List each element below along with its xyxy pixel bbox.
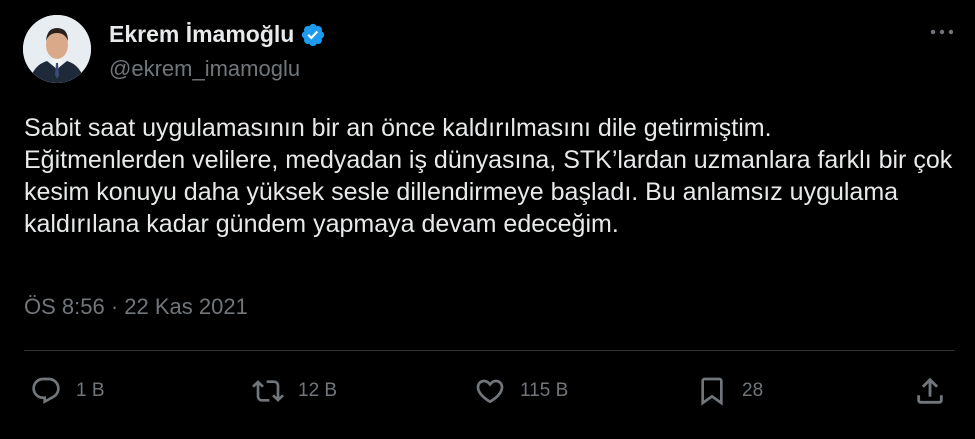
tweet-date: 22 Kas 2021 (124, 294, 248, 319)
share-icon (917, 377, 943, 404)
tweet-card: Ekrem İmamoğlu @ekrem_imamoglu Sabit saa… (0, 0, 975, 439)
bookmark-count: 28 (742, 380, 764, 401)
avatar[interactable] (23, 15, 91, 83)
share-button[interactable] (913, 374, 947, 408)
more-dots-icon[interactable] (929, 22, 955, 42)
action-bar: 1 B 12 B 115 B 28 (0, 366, 975, 416)
meta-separator: · (110, 294, 119, 319)
avatar-image (23, 15, 91, 83)
reply-bubble-icon (32, 377, 60, 404)
divider (24, 350, 955, 351)
like-count: 115 B (520, 380, 569, 401)
tweet-text: Sabit saat uygulamasının bir an önce kal… (24, 114, 953, 238)
bookmark-button[interactable]: 28 (696, 366, 763, 416)
reply-button[interactable]: 1 B (30, 366, 105, 416)
author-name-row[interactable]: Ekrem İmamoğlu (109, 21, 326, 48)
retweet-count: 12 B (298, 380, 338, 401)
retweet-button[interactable]: 12 B (252, 366, 337, 416)
author-display-name[interactable]: Ekrem İmamoğlu (109, 21, 294, 48)
author-handle[interactable]: @ekrem_imamoglu (109, 56, 300, 82)
heart-icon (476, 379, 504, 404)
tweet-timestamp[interactable]: ÖS 8:56 · 22 Kas 2021 (24, 294, 248, 320)
bookmark-icon (701, 377, 723, 406)
reply-count: 1 B (76, 380, 105, 401)
tweet-time: ÖS 8:56 (24, 294, 105, 319)
retweet-icon (252, 380, 284, 402)
like-button[interactable]: 115 B (474, 366, 568, 416)
verified-badge-icon (300, 22, 326, 48)
